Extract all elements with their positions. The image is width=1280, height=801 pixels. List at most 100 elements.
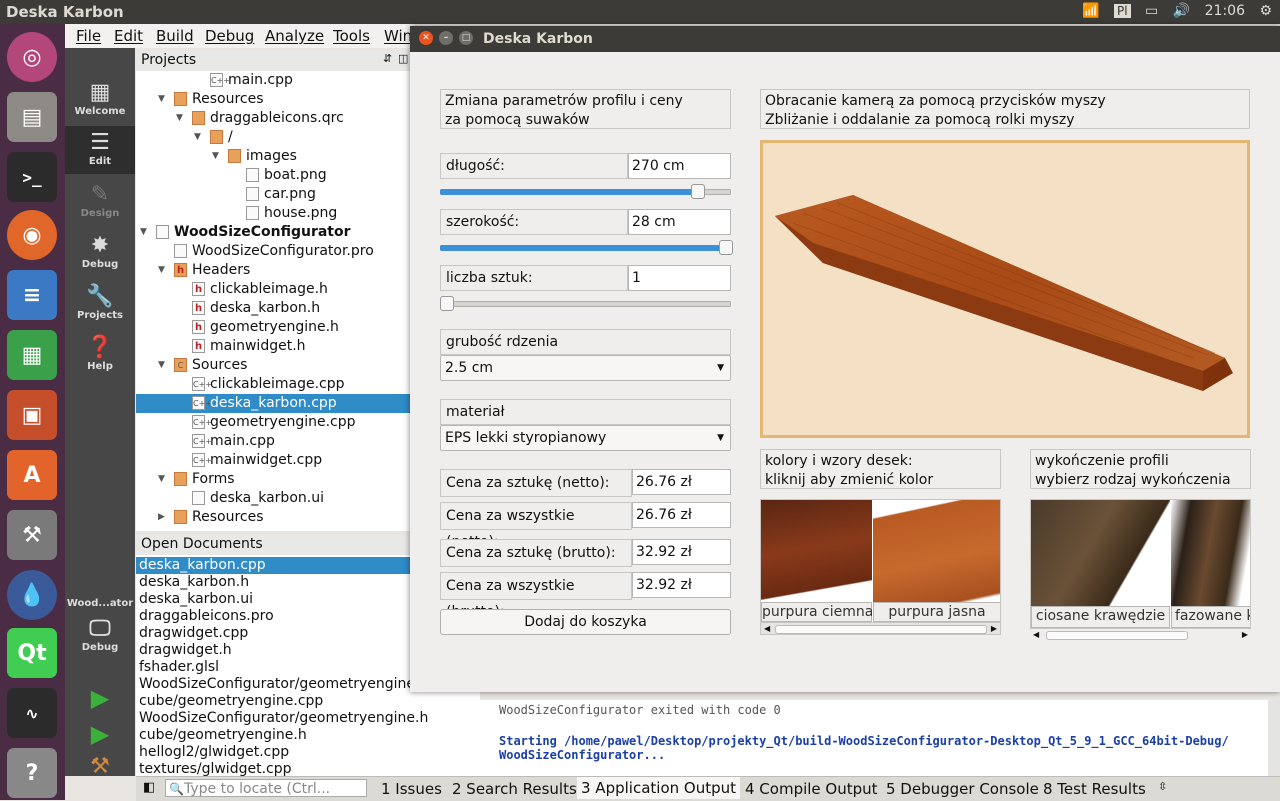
count-slider[interactable] <box>440 296 731 312</box>
volume-icon[interactable]: 🔊 <box>1173 3 1190 19</box>
open-document-item[interactable]: deska_karbon.h <box>139 574 249 591</box>
open-document-item[interactable]: textures/glwidget.cpp <box>139 761 292 776</box>
finish-swatch-rough[interactable]: ciosane krawędzie <box>1031 500 1170 628</box>
tab-application-output[interactable]: 3 Application Output <box>577 777 740 799</box>
mode-projects[interactable]: 🔧 Projects <box>65 284 135 321</box>
tree-item[interactable]: ▼ Forms <box>136 470 410 489</box>
menu-analyze[interactable]: Analyze <box>265 27 324 45</box>
debug-run-button[interactable]: ▶ <box>65 720 135 748</box>
scroll-right-icon[interactable]: ▶ <box>1242 630 1248 639</box>
tree-item[interactable]: C++ clickableimage.cpp <box>136 375 410 394</box>
price-unit-gross-field[interactable]: 32.92 zł <box>632 539 731 565</box>
material-select[interactable]: EPS lekki styropianowy ▼ <box>440 425 731 451</box>
wifi-icon[interactable]: 📶 <box>1082 3 1099 19</box>
color-gallery-scrollbar[interactable]: ◀ ▶ <box>760 622 1001 635</box>
expand-arrow-icon[interactable]: ▼ <box>158 356 165 375</box>
tab-issues[interactable]: 1 Issues <box>381 780 442 798</box>
tab-search-results[interactable]: 2 Search Results <box>452 780 577 798</box>
tree-item[interactable]: C++ geometryengine.cpp <box>136 413 410 432</box>
maximize-icon[interactable]: □ <box>459 31 473 45</box>
tree-item[interactable]: h deska_karbon.h <box>136 299 410 318</box>
count-slider-handle[interactable] <box>440 296 454 311</box>
color-swatch-light[interactable]: purpura jasna <box>873 500 1000 622</box>
tree-item[interactable]: C++ main.cpp <box>136 432 410 451</box>
open-document-item[interactable]: WoodSizeConfigurator/geometryengine.h <box>139 710 428 727</box>
menu-window[interactable]: Win <box>384 27 412 45</box>
core-thickness-select[interactable]: 2.5 cm ▼ <box>440 355 731 381</box>
minimize-icon[interactable]: – <box>439 31 453 45</box>
run-button[interactable]: ▶ <box>65 684 135 712</box>
tree-item[interactable]: C++ deska_karbon.cpp <box>136 394 410 413</box>
mode-debug[interactable]: ✸ Debug <box>65 233 135 270</box>
writer-icon[interactable]: ≡ <box>7 270 57 320</box>
files-icon[interactable]: ▤ <box>7 92 57 142</box>
menu-edit[interactable]: Edit <box>114 27 143 45</box>
price-unit-net-field[interactable]: 26.76 zł <box>632 469 731 495</box>
tree-item[interactable]: boat.png <box>136 166 410 185</box>
tabs-chevron-icon[interactable]: ⇳ <box>1158 780 1167 793</box>
target-selector[interactable]: 🖵 Debug <box>65 616 135 653</box>
tree-item[interactable]: ▼ / <box>136 128 410 147</box>
sort-icon[interactable]: ⇵ <box>383 52 392 65</box>
open-document-item[interactable]: hellogl2/glwidget.cpp <box>139 744 289 761</box>
settings-icon[interactable]: ⚒ <box>7 510 57 560</box>
tab-compile-output[interactable]: 4 Compile Output <box>745 780 878 798</box>
mode-welcome[interactable]: ▦ Welcome <box>65 80 135 117</box>
software-center-icon[interactable]: A <box>7 450 57 500</box>
close-icon[interactable]: ✕ <box>419 31 433 45</box>
tree-item[interactable]: house.png <box>136 204 410 223</box>
expand-arrow-icon[interactable]: ▼ <box>176 109 183 128</box>
menu-build[interactable]: Build <box>156 27 194 45</box>
menu-tools[interactable]: Tools <box>333 27 370 45</box>
expand-arrow-icon[interactable]: ▼ <box>212 147 219 166</box>
battery-icon[interactable]: ▭ <box>1145 3 1158 19</box>
finish-gallery-scrollbar[interactable]: ◀ ▶ <box>1030 629 1251 642</box>
tree-item[interactable]: ▶ Resources <box>136 508 410 527</box>
system-monitor-icon[interactable]: ∿ <box>7 688 57 738</box>
drop-icon[interactable]: 💧 <box>7 570 57 620</box>
tree-item[interactable]: deska_karbon.ui <box>136 489 410 508</box>
add-to-cart-button[interactable]: Dodaj do koszyka <box>440 609 731 635</box>
clock[interactable]: 21:06 <box>1205 3 1245 19</box>
length-slider-handle[interactable] <box>691 184 705 199</box>
toggle-sidebar-icon[interactable]: ◧ <box>143 780 155 795</box>
tree-item[interactable]: ▼ C Sources <box>136 356 410 375</box>
scroll-left-icon[interactable]: ◀ <box>764 624 770 633</box>
price-all-gross-field[interactable]: 32.92 zł <box>632 572 731 598</box>
open-document-item[interactable]: deska_karbon.ui <box>139 591 253 608</box>
tree-item[interactable]: C++ mainwidget.cpp <box>136 451 410 470</box>
width-slider-handle[interactable] <box>719 240 733 255</box>
open-document-item[interactable]: cube/geometryengine.h <box>139 727 307 744</box>
width-field[interactable]: 28 cm <box>628 209 731 235</box>
tree-item[interactable]: h clickableimage.h <box>136 280 410 299</box>
firefox-icon[interactable]: ◉ <box>7 210 57 260</box>
tree-item[interactable]: C++ main.cpp <box>136 71 410 90</box>
scroll-left-icon[interactable]: ◀ <box>1033 630 1039 639</box>
open-document-item[interactable]: cube/geometryengine.cpp <box>139 693 323 710</box>
tree-item[interactable]: ▼ Resources <box>136 90 410 109</box>
count-field[interactable]: 1 <box>628 265 731 291</box>
expand-arrow-icon[interactable]: ▼ <box>158 90 165 109</box>
price-all-net-field[interactable]: 26.76 zł <box>632 502 731 528</box>
mode-help[interactable]: ❓ Help <box>65 335 135 372</box>
mode-edit[interactable]: ☰ Edit <box>65 126 135 174</box>
output-scrollbar[interactable] <box>1268 700 1280 776</box>
open-document-item[interactable]: fshader.glsl <box>139 659 219 676</box>
tree-item[interactable]: ▼ WoodSizeConfigurator <box>136 223 410 242</box>
tree-item[interactable]: car.png <box>136 185 410 204</box>
tree-item[interactable]: h mainwidget.h <box>136 337 410 356</box>
qt-creator-icon[interactable]: Qt <box>7 628 57 678</box>
width-slider[interactable] <box>440 240 733 256</box>
open-document-item[interactable]: WoodSizeConfigurator/geometryengine.cpp <box>139 676 445 693</box>
help-icon[interactable]: ? <box>7 748 57 798</box>
expand-arrow-icon[interactable]: ▼ <box>158 261 165 280</box>
open-document-item[interactable]: deska_karbon.cpp <box>136 557 410 574</box>
keyboard-layout-indicator[interactable]: Pl <box>1114 4 1131 18</box>
length-slider[interactable] <box>440 184 731 200</box>
window-titlebar[interactable]: ✕ – □ Deska Karbon <box>410 26 1280 52</box>
locator-input[interactable]: 🔍 Type to locate (Ctrl... <box>165 779 367 797</box>
application-output[interactable]: WoodSizeConfigurator exited with code 0 … <box>480 692 1280 776</box>
expand-arrow-icon[interactable]: ▼ <box>194 128 201 147</box>
mode-design[interactable]: ✎ Design <box>65 182 135 219</box>
open-document-item[interactable]: draggableicons.pro <box>139 608 274 625</box>
